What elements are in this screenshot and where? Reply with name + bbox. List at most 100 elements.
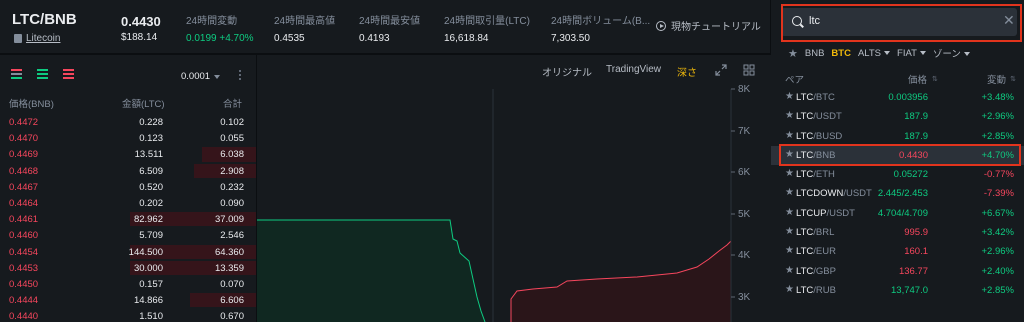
col-header-change[interactable]: 変動 [987, 72, 1006, 86]
depth-chart-panel: オリジナル TradingView 深さ 8K 7K 6K 5K 4K 3K [257, 55, 771, 322]
favorite-star-icon[interactable]: ★ [785, 91, 794, 102]
ask-amount: 0.157 [139, 278, 163, 290]
favorite-star-icon[interactable]: ★ [785, 245, 794, 256]
coin-doc-icon [14, 34, 22, 43]
market-row[interactable]: ★ LTC/GBP 136.77 +2.40% [771, 262, 1024, 281]
market-pair: LTC/RUB [796, 285, 836, 296]
market-change: +2.85% [981, 284, 1015, 296]
ask-total: 6.038 [220, 149, 244, 161]
pair-base: LTC [796, 227, 814, 239]
ask-row[interactable]: 0.4468 6.509 2.908 [0, 163, 256, 179]
ask-amount: 5.709 [139, 230, 163, 242]
coin-name-link[interactable]: Litecoin [26, 33, 60, 44]
favorite-star-icon[interactable]: ★ [785, 168, 794, 179]
col-header-pair[interactable]: ペア [785, 72, 804, 86]
both-sides-view-icon[interactable] [11, 69, 22, 79]
filter-alts[interactable]: ALTS [857, 47, 891, 59]
market-pair: LTC/GBP [796, 266, 836, 277]
pair-quote: /BRL [813, 227, 835, 239]
col-header-price[interactable]: 価格 [908, 72, 927, 86]
col-header-total: 合計 [222, 99, 242, 110]
y-tick-label: 8K [738, 84, 751, 95]
filter-zone[interactable]: ゾーン [933, 46, 970, 60]
ask-row[interactable]: 0.4464 0.202 0.090 [0, 195, 256, 211]
last-price: 0.4430 [121, 14, 161, 29]
market-pair: LTC/ETH [796, 169, 835, 180]
ask-amount: 1.510 [139, 311, 163, 322]
precision-select[interactable]: 0.0001 [181, 71, 210, 82]
ask-row[interactable]: 0.4444 14.866 6.606 [0, 292, 256, 308]
sort-icon: ⇅ [932, 76, 938, 83]
sort-icon: ⇅ [1010, 76, 1016, 83]
ask-total: 0.232 [220, 181, 244, 193]
ask-row[interactable]: 0.4454 144.500 64.360 [0, 244, 256, 260]
stat-24h-volume-bnb: 24時間ボリューム(B... 7,303.50 [551, 12, 650, 44]
pair-title[interactable]: LTC/BNB [12, 11, 77, 28]
ask-total: 13.359 [214, 262, 244, 274]
stat-label: 24時間変動 [186, 16, 238, 27]
ask-amount: 0.202 [139, 197, 163, 209]
favorite-star-icon[interactable]: ★ [785, 284, 794, 295]
market-change: -0.77% [983, 169, 1014, 181]
market-change: +2.96% [981, 246, 1015, 258]
market-row[interactable]: ★ LTC/ETH 0.05272 -0.77% [771, 165, 1024, 184]
market-row[interactable]: ★ LTC/BRL 995.9 +3.42% [771, 223, 1024, 242]
ask-row[interactable]: 0.4461 82.962 37.009 [0, 211, 256, 227]
filter-bnb[interactable]: BNB [805, 48, 825, 59]
market-row[interactable]: ★ LTC/EUR 160.1 +2.96% [771, 242, 1024, 261]
ask-row[interactable]: 0.4453 30.000 13.359 [0, 260, 256, 276]
ask-row[interactable]: 0.4440 1.510 0.670 [0, 308, 256, 322]
market-row[interactable]: ★ LTCDOWN/USDT 2.445/2.453 -7.39% [771, 184, 1024, 203]
stat-24h-high: 24時間最高値 0.4535 [274, 12, 335, 44]
stat-24h-low: 24時間最安値 0.4193 [359, 12, 420, 44]
filter-fiat[interactable]: FIAT [897, 48, 926, 59]
ask-amount: 30.000 [133, 262, 163, 274]
ask-row[interactable]: 0.4472 0.228 0.102 [0, 114, 256, 130]
ask-amount: 0.520 [139, 181, 163, 193]
ask-row[interactable]: 0.4470 0.123 0.055 [0, 130, 256, 146]
filter-alts-label: ALTS [857, 47, 882, 59]
market-price: 136.77 [898, 265, 928, 277]
ask-total: 2.908 [220, 165, 244, 177]
favorite-star-icon[interactable]: ★ [785, 226, 794, 237]
selected-row-highlight-box [779, 144, 1021, 166]
ask-row[interactable]: 0.4469 13.511 6.038 [0, 146, 256, 162]
ask-row[interactable]: 0.4467 0.520 0.232 [0, 179, 256, 195]
ask-total: 6.606 [220, 295, 244, 307]
ticker-header: LTC/BNB Litecoin 0.4430 $188.14 24時間変動 0… [0, 0, 770, 54]
market-row[interactable]: ★ LTC/RUB 13,747.0 +2.85% [771, 281, 1024, 300]
market-row[interactable]: ★ LTC/BUSD 187.9 +2.85% [771, 127, 1024, 146]
market-row[interactable]: ★ LTC/USDT 187.9 +2.96% [771, 107, 1024, 126]
ask-row[interactable]: 0.4460 5.709 2.546 [0, 227, 256, 243]
favorite-star-icon[interactable]: ★ [785, 130, 794, 141]
depth-chart[interactable]: 8K 7K 6K 5K 4K 3K [257, 55, 771, 322]
ask-amount: 0.123 [139, 133, 163, 145]
asks-only-view-icon[interactable] [63, 69, 74, 79]
favorite-star-icon[interactable]: ★ [785, 265, 794, 276]
filter-fiat-label: FIAT [897, 47, 917, 59]
favorite-star-icon[interactable]: ★ [785, 207, 794, 218]
stat-value: 16,618.84 [444, 33, 489, 44]
pair-base: LTC [796, 169, 814, 181]
ask-row[interactable]: 0.4450 0.157 0.070 [0, 276, 256, 292]
stat-label: 24時間最安値 [359, 16, 421, 27]
favorite-star-icon[interactable]: ★ [785, 187, 794, 198]
market-pair: LTC/BRL [796, 227, 834, 238]
ask-depth-area [511, 241, 731, 322]
ask-total: 0.055 [220, 133, 244, 145]
favorites-star-icon[interactable]: ★ [788, 47, 798, 60]
market-change: +3.48% [981, 92, 1015, 103]
market-row[interactable]: ★ LTCUP/USDT 4.704/4.709 +6.67% [771, 204, 1024, 223]
pair-quote: /BUSD [813, 130, 843, 142]
bids-only-view-icon[interactable] [37, 69, 48, 79]
favorite-star-icon[interactable]: ★ [785, 110, 794, 121]
y-tick-label: 3K [738, 292, 751, 303]
ask-total: 0.102 [220, 117, 244, 128]
filter-btc[interactable]: BTC [831, 48, 851, 59]
spot-tutorial-link[interactable]: 現物チュートリアル [656, 18, 761, 33]
market-row[interactable]: ★ LTC/BTC 0.003956 +3.48% [771, 88, 1024, 107]
market-price: 187.9 [904, 111, 928, 123]
more-options-icon[interactable] [239, 70, 242, 82]
market-pair: LTC/BTC [796, 92, 835, 103]
ask-total: 0.090 [220, 197, 244, 209]
